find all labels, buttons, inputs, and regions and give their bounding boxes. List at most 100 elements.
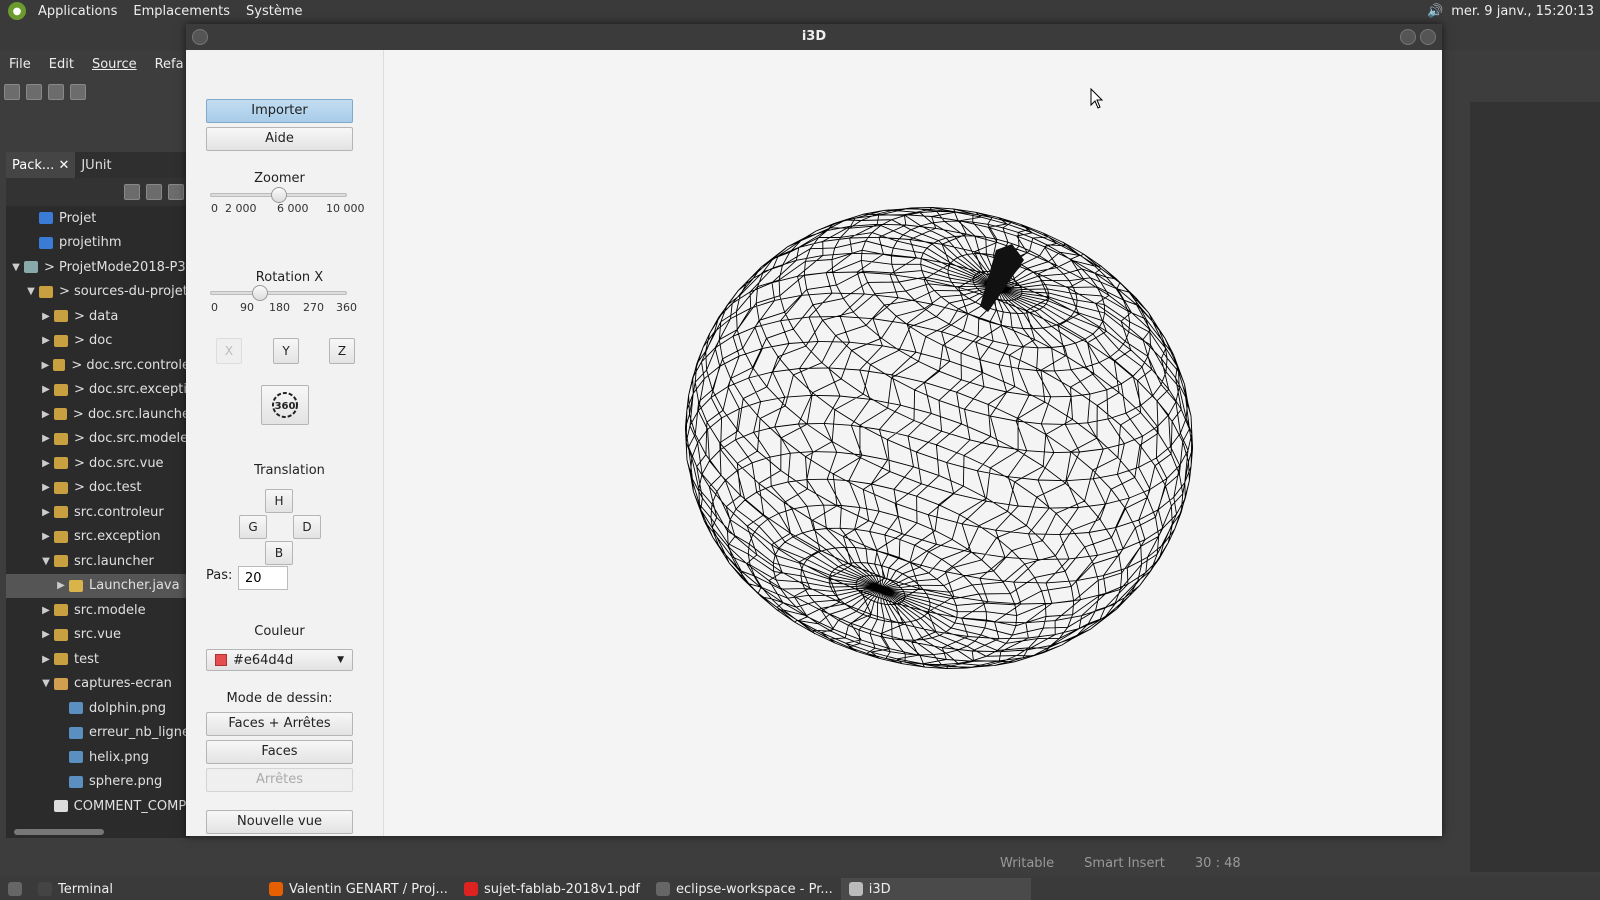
i3d-titlebar[interactable]: i3D — [186, 24, 1442, 50]
taskbar-item[interactable]: Terminal — [30, 878, 121, 900]
menu-systeme[interactable]: Système — [238, 4, 310, 19]
axis-z-button[interactable]: Z — [329, 338, 355, 364]
tree-item[interactable]: erreur_nb_ligne — [6, 721, 190, 746]
chevron-right-icon[interactable]: ▶ — [55, 580, 67, 591]
save-all-icon[interactable] — [48, 84, 64, 100]
tree-item[interactable]: ▶ > doc.test — [6, 476, 190, 501]
menu-source[interactable]: Source — [83, 57, 146, 72]
new-view-button[interactable]: Nouvelle vue — [206, 810, 353, 834]
tree-item[interactable]: ▶ > doc.src.vue — [6, 451, 190, 476]
debug-icon[interactable] — [70, 84, 86, 100]
mode-edges-button[interactable]: Arrêtes — [206, 768, 353, 792]
import-button[interactable]: Importer — [206, 99, 353, 123]
close-icon[interactable]: ✕ — [58, 158, 69, 173]
chevron-right-icon[interactable]: ▶ — [40, 482, 52, 493]
translate-down-button[interactable]: B — [265, 541, 293, 565]
translate-left-button[interactable]: G — [239, 515, 267, 539]
tree-item[interactable]: ▼ > sources-du-projet — [6, 280, 190, 305]
tree-item[interactable]: ▶ test — [6, 647, 190, 672]
translate-right-button[interactable]: D — [293, 515, 321, 539]
save-icon[interactable] — [26, 84, 42, 100]
chevron-right-icon[interactable]: ▶ — [40, 458, 52, 469]
pas-input[interactable] — [238, 566, 288, 590]
rotation-slider-knob[interactable] — [252, 285, 268, 301]
tree-item[interactable]: COMMENT_COMPI — [6, 794, 190, 819]
view-menu-icon[interactable] — [168, 184, 184, 200]
chevron-down-icon[interactable]: ▼ — [25, 286, 37, 297]
chevron-right-icon[interactable]: ▶ — [40, 629, 52, 640]
close-icon[interactable] — [1420, 29, 1436, 45]
tree-item[interactable]: ▶ src.modele — [6, 598, 190, 623]
tree-item[interactable]: ▶ > doc — [6, 329, 190, 354]
rotation-slider[interactable] — [210, 291, 347, 295]
link-editor-icon[interactable] — [146, 184, 162, 200]
chevron-right-icon[interactable]: ▶ — [40, 531, 52, 542]
color-picker[interactable]: #e64d4d ▼ — [206, 649, 353, 671]
maximize-icon[interactable] — [1400, 29, 1416, 45]
distro-logo-icon[interactable]: ● — [8, 2, 26, 20]
volume-icon[interactable]: 🔊 — [1427, 4, 1443, 19]
zoom-tick: 2 000 — [225, 202, 257, 215]
chevron-right-icon[interactable]: ▶ — [40, 654, 52, 665]
help-button[interactable]: Aide — [206, 127, 353, 151]
zoom-slider-knob[interactable] — [271, 187, 287, 203]
axis-y-button[interactable]: Y — [273, 338, 299, 364]
axis-x-button[interactable]: X — [216, 338, 242, 364]
new-icon[interactable] — [4, 84, 20, 100]
mode-faces-edges-button[interactable]: Faces + Arrêtes — [206, 712, 353, 736]
taskbar-item[interactable]: Valentin GENART / Proj... — [261, 878, 456, 900]
tree-item[interactable]: ▶ > doc.src.launche — [6, 402, 190, 427]
chevron-right-icon[interactable]: ▶ — [40, 433, 52, 444]
collapse-all-icon[interactable] — [124, 184, 140, 200]
taskbar-item[interactable]: sujet-fablab-2018v1.pdf — [456, 878, 648, 900]
tree-item[interactable]: ▶ Launcher.java — [6, 573, 190, 598]
tree-item-label: > doc.src.launche — [72, 406, 190, 422]
scroll-thumb[interactable] — [14, 829, 104, 835]
tree-item[interactable]: ▶ > data — [6, 304, 190, 329]
menu-applications[interactable]: Applications — [30, 4, 125, 19]
menu-emplacements[interactable]: Emplacements — [125, 4, 238, 19]
chevron-right-icon[interactable]: ▶ — [40, 311, 52, 322]
package-icon — [53, 800, 68, 813]
mode-faces-button[interactable]: Faces — [206, 740, 353, 764]
tree-item[interactable]: ▼ > ProjetMode2018-P3 — [6, 255, 190, 280]
tree-item-label: src.vue — [74, 627, 122, 643]
tree-item[interactable]: sphere.png — [6, 770, 190, 795]
tree-item[interactable]: ▶ > doc.src.excepti — [6, 378, 190, 403]
chevron-right-icon[interactable]: ▶ — [40, 335, 52, 346]
chevron-right-icon[interactable]: ▶ — [40, 384, 52, 395]
render-canvas[interactable] — [384, 50, 1442, 836]
tree-item[interactable]: Projet — [6, 206, 190, 231]
tree-item[interactable]: ▼ src.launcher — [6, 549, 190, 574]
tree-item[interactable]: ▶ src.vue — [6, 623, 190, 648]
menu-file[interactable]: File — [0, 57, 40, 72]
taskbar-item[interactable]: i3D — [840, 878, 1031, 900]
chevron-right-icon[interactable]: ▶ — [40, 360, 51, 371]
tree-item[interactable]: ▶ > doc.src.modele — [6, 427, 190, 452]
rotate-360-button[interactable]: 360 — [261, 385, 309, 425]
menu-edit[interactable]: Edit — [40, 57, 83, 72]
tree-item[interactable]: ▶ src.controleur — [6, 500, 190, 525]
status-cursor-position: 30 : 48 — [1194, 856, 1241, 871]
tree-item[interactable]: dolphin.png — [6, 696, 190, 721]
tree-scrollbar[interactable] — [6, 826, 190, 838]
tree-item[interactable]: ▼ captures-ecran — [6, 672, 190, 697]
control-panel: Importer Aide Zoomer 0 2 000 6 000 10 00… — [186, 50, 384, 836]
chevron-right-icon[interactable]: ▶ — [40, 507, 52, 518]
taskbar-item[interactable]: eclipse-workspace - Pr... — [648, 878, 841, 900]
chevron-down-icon[interactable]: ▼ — [40, 556, 52, 567]
tree-item[interactable]: ▶ src.exception — [6, 525, 190, 550]
chevron-down-icon[interactable]: ▼ — [40, 678, 52, 689]
chevron-right-icon[interactable]: ▶ — [40, 605, 52, 616]
tree-item[interactable]: projetihm — [6, 231, 190, 256]
clock[interactable]: mer. 9 janv., 15:20:13 — [1451, 4, 1594, 19]
tree-item[interactable]: helix.png — [6, 745, 190, 770]
tab-package-explorer[interactable]: Pack... ✕ — [6, 152, 76, 178]
window-menu-icon[interactable] — [192, 29, 208, 45]
tab-junit[interactable]: JUnit — [75, 152, 117, 178]
chevron-right-icon[interactable]: ▶ — [40, 409, 52, 420]
translate-up-button[interactable]: H — [265, 489, 293, 513]
show-desktop-icon[interactable] — [0, 878, 30, 900]
tree-item[interactable]: ▶ > doc.src.controle — [6, 353, 190, 378]
chevron-down-icon[interactable]: ▼ — [10, 262, 22, 273]
